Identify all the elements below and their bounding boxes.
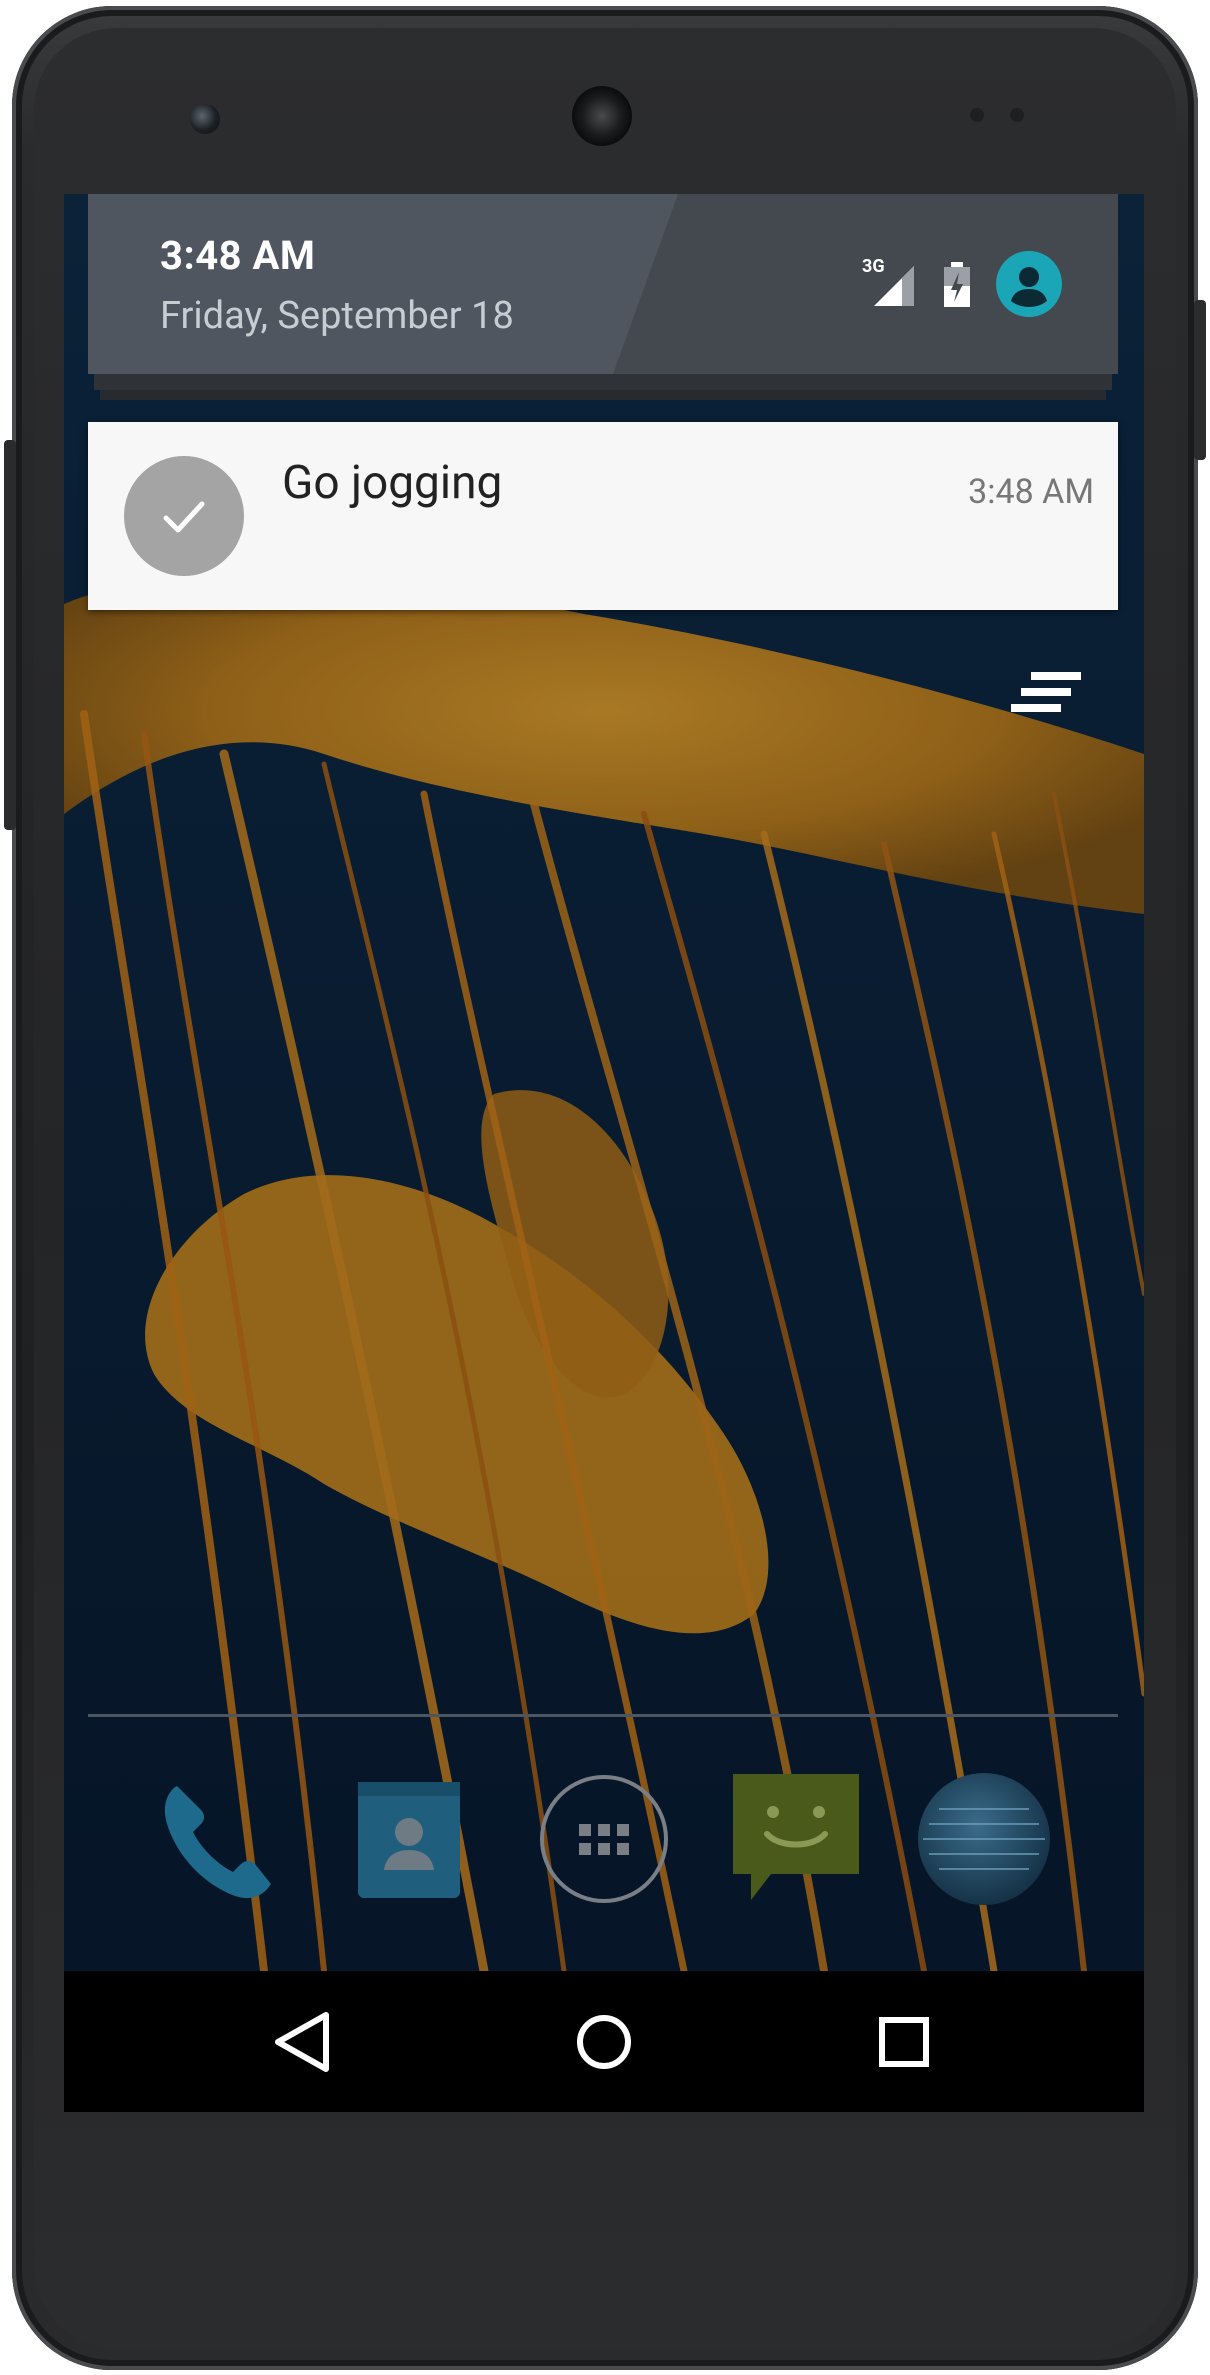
status-header[interactable]: 3:48 AM Friday, September 18 3G (88, 194, 1118, 374)
battery-icon (944, 262, 970, 307)
proximity-sensor (970, 108, 984, 122)
dock (64, 1764, 1144, 1954)
check-icon (124, 456, 244, 576)
contacts-icon[interactable] (334, 1764, 484, 1914)
signal-icon: 3G (862, 256, 918, 308)
back-icon[interactable] (264, 2007, 344, 2077)
messaging-icon[interactable] (719, 1764, 869, 1914)
power-button (1194, 300, 1206, 460)
light-sensor (1010, 108, 1024, 122)
notification-card[interactable]: Go jogging 3:48 AM (88, 422, 1118, 610)
front-camera (190, 104, 220, 134)
volume-button (4, 440, 16, 830)
clock-time: 3:48 AM (160, 232, 316, 279)
dock-divider (88, 1714, 1118, 1717)
navigation-bar (64, 1971, 1144, 2112)
status-icons: 3G (862, 251, 1062, 317)
recents-icon[interactable] (864, 2007, 944, 2077)
header-shadow (94, 374, 1112, 390)
home-icon[interactable] (564, 2007, 644, 2077)
notification-title: Go jogging (282, 456, 503, 510)
screen: 3:48 AM Friday, September 18 3G Go joggi… (64, 194, 1144, 2112)
globe-icon[interactable] (909, 1764, 1059, 1914)
app-drawer-icon[interactable] (529, 1764, 679, 1914)
clear-all-icon[interactable] (1009, 668, 1089, 722)
notification-time: 3:48 AM (968, 472, 1094, 512)
clock-date: Friday, September 18 (160, 294, 514, 338)
earpiece-speaker (572, 86, 632, 146)
user-avatar-icon[interactable] (996, 251, 1062, 317)
header-shadow (100, 390, 1106, 400)
phone-icon[interactable] (139, 1764, 289, 1914)
